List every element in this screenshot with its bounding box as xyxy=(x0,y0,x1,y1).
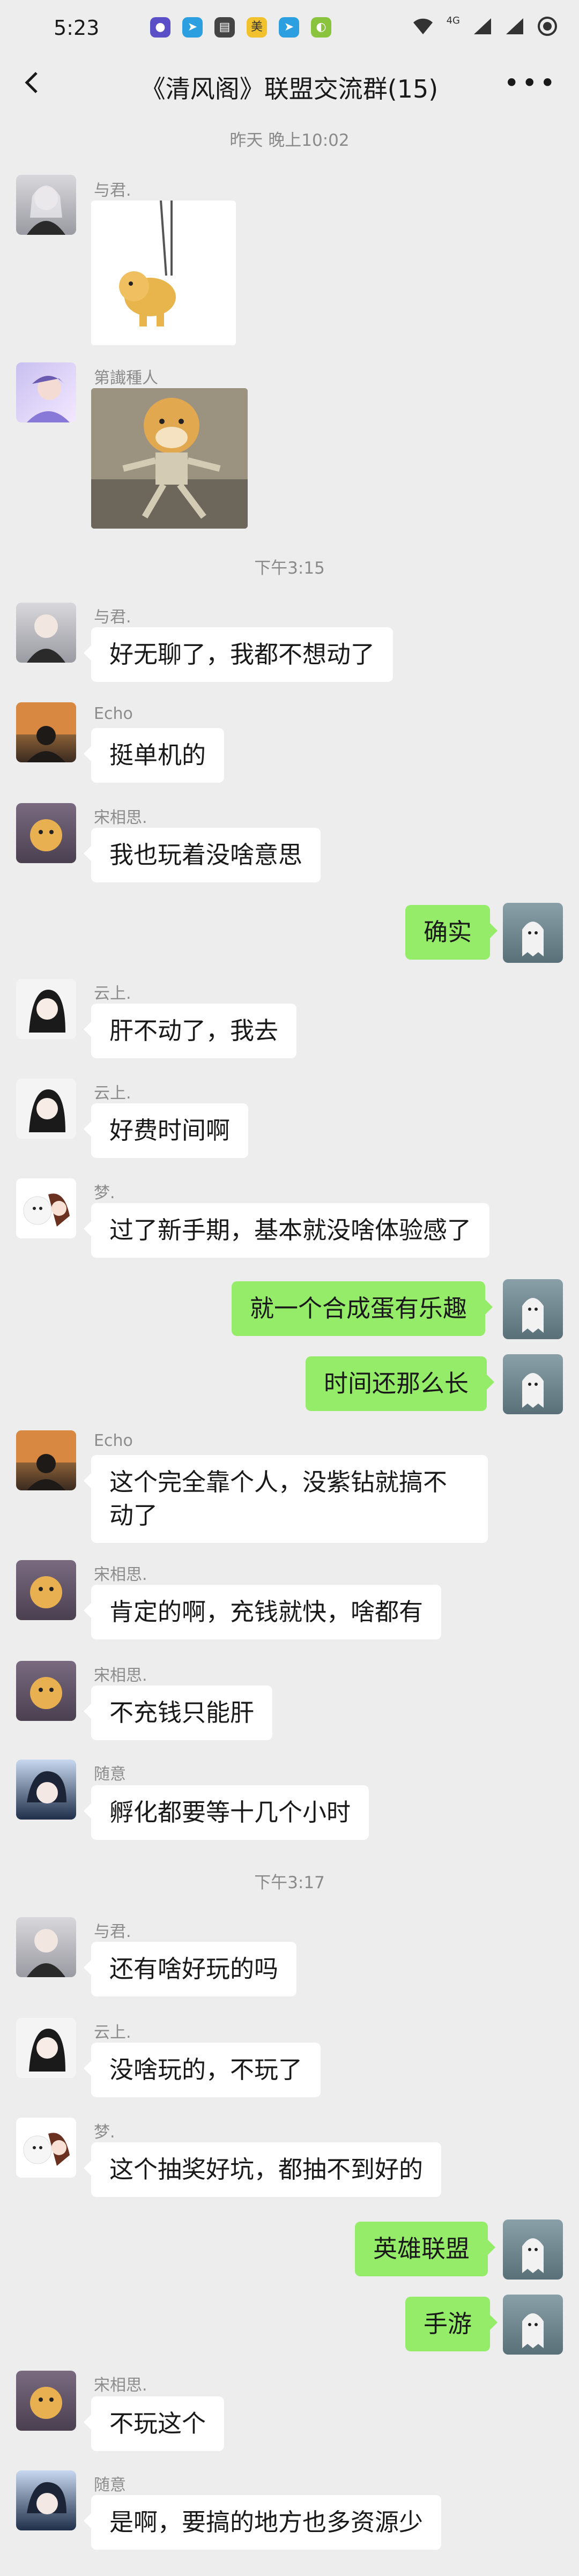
sender-name: 宋相思. xyxy=(94,808,147,827)
avatar[interactable] xyxy=(16,1917,76,1977)
sender-name: 与君. xyxy=(94,181,131,200)
telegram-icon: ➤ xyxy=(279,17,299,38)
chat-header: 《清风阁》联盟交流群(15) ••• xyxy=(0,54,579,114)
message-bubble[interactable]: 过了新手期，基本就没啥体验感了 xyxy=(83,1203,490,1258)
message-bubble[interactable]: 不充钱只能肝 xyxy=(83,1686,273,1740)
status-time: 5:23 xyxy=(54,16,100,40)
message-bubble[interactable]: 英雄联盟 xyxy=(355,2222,496,2276)
avatar[interactable] xyxy=(16,1079,76,1139)
signal-icon xyxy=(506,18,523,34)
message-bubble[interactable]: 好无聊了，我都不想动了 xyxy=(83,627,394,682)
avatar[interactable] xyxy=(503,1354,563,1414)
notification-icons: ● ➤ ▤ 美 ➤ ◐ xyxy=(150,17,331,38)
avatar[interactable] xyxy=(16,362,76,422)
avatar[interactable] xyxy=(16,175,76,235)
sender-name: 宋相思. xyxy=(94,2376,147,2395)
time-separator: 昨天 晚上10:02 xyxy=(229,131,350,150)
avatar[interactable] xyxy=(16,603,76,663)
sender-name: 与君. xyxy=(94,608,131,627)
message-bubble[interactable]: 肝不动了，我去 xyxy=(83,1004,297,1058)
avatar[interactable] xyxy=(16,1430,76,1490)
avatar[interactable] xyxy=(16,702,76,762)
message-bubble[interactable]: 孵化都要等十几个小时 xyxy=(83,1785,369,1840)
avatar[interactable] xyxy=(503,1279,563,1339)
sticker-image[interactable] xyxy=(91,388,248,529)
record-icon xyxy=(538,17,557,36)
message-bubble[interactable]: 是啊，要搞的地方也多资源少 xyxy=(83,2495,442,2550)
telegram-icon: ➤ xyxy=(182,17,203,38)
wifi-icon xyxy=(413,18,433,34)
avatar[interactable] xyxy=(503,2219,563,2280)
avatar[interactable] xyxy=(16,803,76,863)
sender-name: 宋相思. xyxy=(94,1666,147,1685)
sender-name: 梦. xyxy=(94,2123,115,2142)
message-bubble[interactable]: 还有啥好玩的吗 xyxy=(83,1942,297,1996)
more-options-icon[interactable]: ••• xyxy=(504,68,558,99)
avatar[interactable] xyxy=(16,2118,76,2178)
network-type: 4G xyxy=(446,15,460,26)
sender-name: 第䜟種人 xyxy=(94,369,158,388)
signal-icon xyxy=(474,18,491,34)
sticker-image[interactable] xyxy=(91,201,236,345)
message-bubble[interactable]: 手游 xyxy=(405,2297,498,2351)
avatar[interactable] xyxy=(16,979,76,1039)
sender-name: 宋相思. xyxy=(94,1565,147,1584)
message-icon: ▤ xyxy=(214,17,235,38)
message-bubble[interactable]: 不玩这个 xyxy=(83,2396,225,2451)
message-bubble[interactable]: 我也玩着没啥意思 xyxy=(83,828,321,882)
avatar[interactable] xyxy=(16,1661,76,1721)
avatar[interactable] xyxy=(16,2470,76,2530)
sender-name: 云上. xyxy=(94,1084,131,1103)
message-bubble[interactable]: 肯定的啊，充钱就快，啥都有 xyxy=(83,1585,442,1639)
avatar[interactable] xyxy=(16,1760,76,1820)
avatar[interactable] xyxy=(503,2295,563,2355)
app-notification-icon: ● xyxy=(150,17,170,38)
time-separator: 下午3:17 xyxy=(254,1873,325,1892)
avatar[interactable] xyxy=(503,903,563,963)
sender-name: Echo xyxy=(94,704,133,723)
message-bubble[interactable]: 这个抽奖好坑，都抽不到好的 xyxy=(83,2142,442,2197)
message-bubble[interactable]: 这个完全靠个人，没紫钻就搞不动了 xyxy=(84,1455,488,1543)
app-notification-icon: ◐ xyxy=(311,17,331,38)
status-bar: 5:23 ● ➤ ▤ 美 ➤ ◐ 4G xyxy=(0,0,579,59)
avatar[interactable] xyxy=(16,2371,76,2431)
message-bubble[interactable]: 挺单机的 xyxy=(83,728,225,783)
sender-name: 随意 xyxy=(94,1765,126,1784)
doge-dancing-sticker-icon xyxy=(91,388,248,529)
message-bubble[interactable]: 就一个合成蛋有乐趣 xyxy=(232,1281,493,1336)
sender-name: 梦. xyxy=(94,1184,115,1202)
sender-name: 与君. xyxy=(94,1922,131,1941)
sender-name: 随意 xyxy=(94,2476,126,2495)
sender-name: Echo xyxy=(94,1431,133,1450)
message-bubble[interactable]: 时间还那么长 xyxy=(306,1356,495,1411)
doge-hanging-sticker-icon xyxy=(119,201,176,326)
sender-name: 云上. xyxy=(94,984,131,1003)
time-separator: 下午3:15 xyxy=(254,559,325,578)
meituan-icon: 美 xyxy=(247,17,267,38)
message-bubble[interactable]: 确实 xyxy=(405,905,498,960)
message-bubble[interactable]: 没啥玩的，不玩了 xyxy=(83,2043,321,2097)
avatar[interactable] xyxy=(16,1560,76,1620)
message-bubble[interactable]: 好费时间啊 xyxy=(83,1103,249,1158)
chat-title: 《清风阁》联盟交流群(15) xyxy=(140,75,439,103)
avatar[interactable] xyxy=(16,1178,76,1238)
sender-name: 云上. xyxy=(94,2023,131,2042)
avatar[interactable] xyxy=(16,2018,76,2078)
system-indicators: 4G xyxy=(412,16,558,36)
